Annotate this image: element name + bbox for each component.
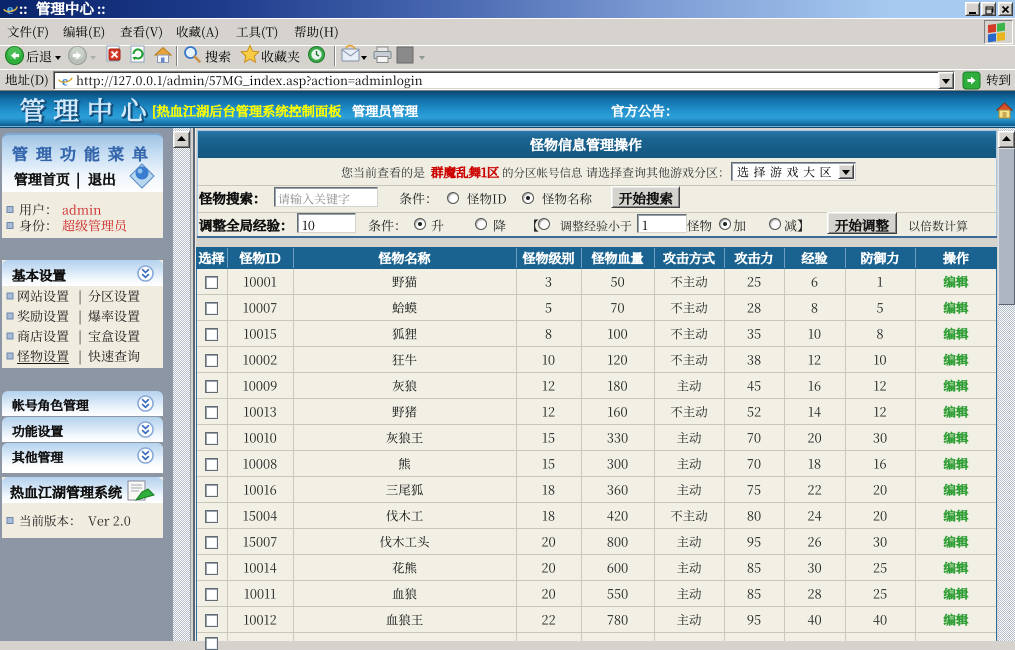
svg-text:e: e	[7, 2, 14, 18]
